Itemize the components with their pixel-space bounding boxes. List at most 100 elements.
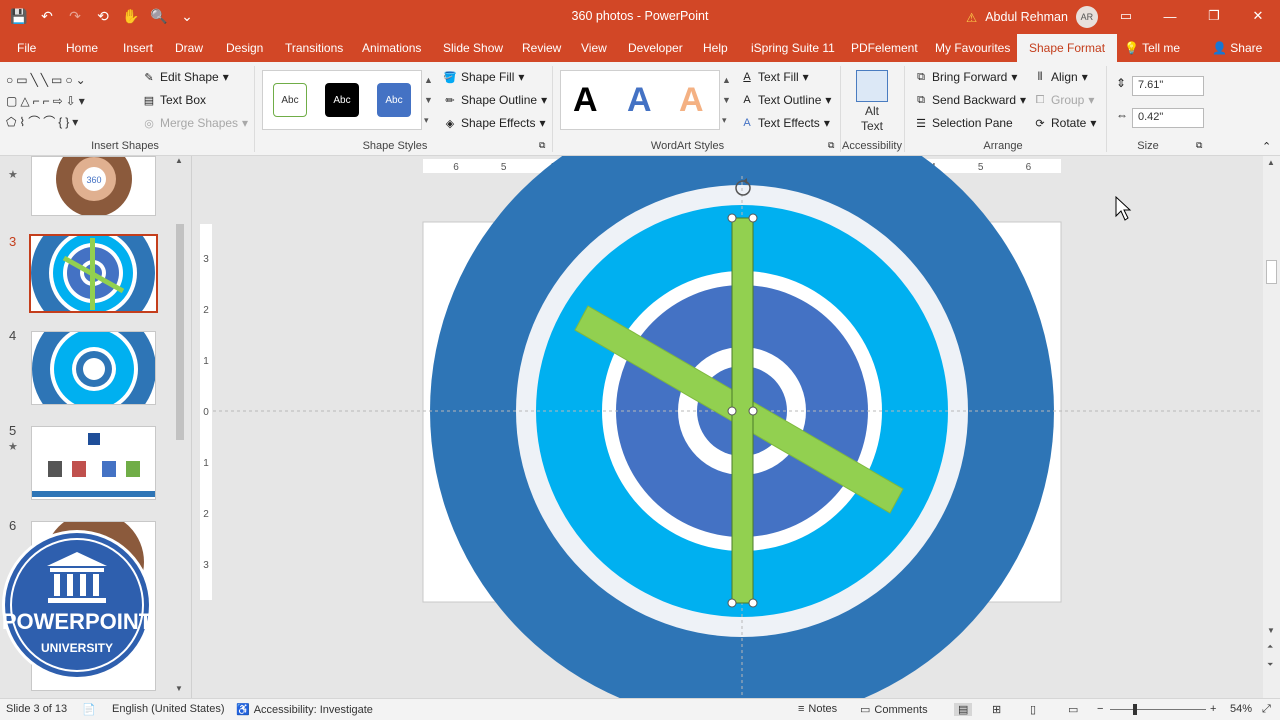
ribbon-display-options-icon[interactable]: ▭ bbox=[1104, 0, 1148, 32]
scroll-down-icon[interactable]: ▼ bbox=[1267, 626, 1275, 635]
shape-styles-gallery[interactable]: Abc Abc Abc bbox=[262, 70, 422, 130]
wordart-launcher-icon[interactable]: ⧉ bbox=[828, 140, 834, 151]
thumbnail-scrollbar[interactable]: ▲ ▼ bbox=[174, 156, 186, 698]
text-box-button[interactable]: ▤ Text Box bbox=[142, 93, 206, 107]
minimize-icon[interactable]: — bbox=[1148, 0, 1192, 32]
tab-animations[interactable]: Animations bbox=[362, 34, 421, 62]
zoom-in-icon[interactable]: + bbox=[1210, 703, 1216, 715]
selection-pane-label: Selection Pane bbox=[932, 116, 1013, 130]
zoom-slider-thumb[interactable] bbox=[1133, 704, 1137, 715]
shape-style-1[interactable]: Abc bbox=[273, 83, 307, 117]
tab-draw[interactable]: Draw bbox=[175, 34, 203, 62]
canvas-vertical-scrollbar[interactable]: ▲ ▼ ⏶ ⏷ bbox=[1263, 156, 1280, 698]
tab-my-favourites[interactable]: My Favourites bbox=[935, 34, 1010, 62]
spell-check-icon[interactable]: 📄 bbox=[82, 703, 96, 716]
tab-shape-format[interactable]: Shape Format bbox=[1017, 34, 1118, 62]
slide-sorter-icon[interactable]: ⊞ bbox=[992, 703, 1001, 716]
bring-forward-button[interactable]: ⧉ Bring Forward ▾ bbox=[914, 70, 1017, 84]
tab-ispring[interactable]: iSpring Suite 11 bbox=[751, 34, 835, 62]
notes-button[interactable]: ≡ Notes bbox=[798, 703, 837, 715]
shape-style-2[interactable]: Abc bbox=[325, 83, 359, 117]
slide-counter: Slide 3 of 13 bbox=[6, 703, 68, 715]
tab-developer[interactable]: Developer bbox=[628, 34, 683, 62]
accessibility-checker[interactable]: ♿ Accessibility: Investigate bbox=[236, 703, 373, 717]
shape-styles-launcher-icon[interactable]: ⧉ bbox=[539, 140, 545, 151]
ruler-tick-label: 3 bbox=[203, 560, 209, 571]
next-slide-icon[interactable]: ⏷ bbox=[1267, 660, 1273, 670]
tab-slide-show[interactable]: Slide Show bbox=[443, 34, 503, 62]
tab-file[interactable]: File bbox=[17, 34, 36, 62]
powerpoint-university-logo: POWERPOINT UNIVERSITY bbox=[2, 530, 153, 680]
slideshow-view-icon[interactable]: ▭ bbox=[1068, 703, 1078, 716]
reading-view-icon[interactable]: ▯ bbox=[1030, 703, 1036, 716]
thumbnail-scroll-thumb[interactable] bbox=[176, 224, 184, 440]
slide-thumbnail-3[interactable] bbox=[29, 234, 158, 313]
comments-button[interactable]: ▭ Comments bbox=[860, 703, 928, 717]
slide-2-preview: 360 bbox=[32, 157, 155, 215]
selection-pane-button[interactable]: ☰ Selection Pane bbox=[914, 116, 1013, 130]
tab-transitions[interactable]: Transitions bbox=[285, 34, 343, 62]
slide-editing-canvas[interactable]: 6543210123456 3210123 bbox=[193, 156, 1263, 698]
wordart-style-2[interactable]: A bbox=[627, 81, 652, 120]
text-effects-button[interactable]: A Text Effects ▾ bbox=[740, 116, 830, 130]
tab-pdfelement[interactable]: PDFelement bbox=[851, 34, 918, 62]
bring-forward-label: Bring Forward bbox=[932, 70, 1008, 84]
shape-outline-button[interactable]: ✏ Shape Outline ▾ bbox=[443, 93, 547, 107]
shape-height-input[interactable]: 7.61" bbox=[1132, 76, 1204, 96]
size-launcher-icon[interactable]: ⧉ bbox=[1196, 140, 1202, 151]
zoom-level[interactable]: 54% bbox=[1230, 703, 1252, 715]
shapes-gallery[interactable]: ○▭╲╲▭○⌄ ▢△⌐⌐⇨⇩▾ ⬠⌇⌒⌒{}▾ bbox=[6, 70, 134, 136]
group-label-insert-shapes: Insert Shapes bbox=[91, 140, 159, 152]
canvas-scroll-thumb[interactable] bbox=[1266, 260, 1277, 284]
wordart-gallery[interactable]: A A A bbox=[560, 70, 720, 130]
tab-review[interactable]: Review bbox=[522, 34, 561, 62]
tell-me[interactable]: 💡 Tell me bbox=[1124, 34, 1180, 62]
slide-thumbnail-4[interactable] bbox=[31, 331, 156, 405]
tab-insert[interactable]: Insert bbox=[123, 34, 153, 62]
wordart-style-3[interactable]: A bbox=[679, 81, 704, 120]
fit-to-window-icon[interactable]: ⤢ bbox=[1262, 703, 1271, 716]
selection-pane-icon: ☰ bbox=[916, 117, 926, 130]
shape-width-input[interactable]: 0.42" bbox=[1132, 108, 1204, 128]
previous-slide-icon[interactable]: ⏶ bbox=[1267, 642, 1273, 652]
collapse-ribbon-icon[interactable]: ⌃ bbox=[1262, 140, 1271, 153]
merge-shapes-label: Merge Shapes bbox=[160, 116, 239, 130]
maximize-icon[interactable]: ❐ bbox=[1192, 0, 1236, 32]
shape-style-3[interactable]: Abc bbox=[377, 83, 411, 117]
slide-thumbnail-2[interactable]: 360 bbox=[31, 156, 156, 216]
scroll-up-icon[interactable]: ▲ bbox=[1267, 158, 1275, 167]
shape-fill-button[interactable]: 🪣 Shape Fill ▾ bbox=[443, 70, 524, 84]
close-icon[interactable]: ✕ bbox=[1236, 0, 1280, 32]
tab-design[interactable]: Design bbox=[226, 34, 263, 62]
ribbon-divider bbox=[904, 66, 905, 152]
shape-effects-button[interactable]: ◈ Shape Effects ▾ bbox=[443, 116, 546, 130]
user-account[interactable]: ⚠ Abdul Rehman AR bbox=[966, 6, 1098, 28]
tab-view[interactable]: View bbox=[581, 34, 607, 62]
group-button[interactable]: ⧠ Group ▾ bbox=[1033, 93, 1095, 107]
slide-canvas-svg: 6543210123456 3210123 bbox=[200, 156, 1263, 698]
send-backward-button[interactable]: ⧉ Send Backward ▾ bbox=[914, 93, 1026, 107]
zoom-out-icon[interactable]: − bbox=[1097, 703, 1103, 715]
merge-shapes-button[interactable]: ◎ Merge Shapes ▾ bbox=[142, 116, 248, 130]
tab-home[interactable]: Home bbox=[66, 34, 98, 62]
zoom-slider[interactable] bbox=[1110, 709, 1206, 710]
share-button[interactable]: 👤 Share bbox=[1212, 34, 1262, 62]
wordart-scroll[interactable]: ▲ ▼ ▾ bbox=[722, 70, 731, 130]
language-indicator[interactable]: English (United States) bbox=[112, 703, 225, 715]
text-outline-button[interactable]: A Text Outline ▾ bbox=[740, 93, 831, 107]
group-label-shape-styles: Shape Styles bbox=[362, 140, 428, 152]
tab-help[interactable]: Help bbox=[703, 34, 728, 62]
wordart-style-1[interactable]: A bbox=[573, 81, 598, 120]
alt-text-button[interactable]: Alt Text bbox=[844, 104, 900, 134]
text-fill-button[interactable]: A Text Fill ▾ bbox=[740, 70, 808, 84]
scroll-up-icon[interactable]: ▲ bbox=[175, 156, 183, 165]
shape-styles-scroll[interactable]: ▲ ▼ ▾ bbox=[424, 70, 433, 130]
align-button[interactable]: ⫴ Align ▾ bbox=[1033, 70, 1088, 84]
normal-view-icon[interactable]: ▤ bbox=[954, 703, 973, 716]
shape-outline-label: Shape Outline bbox=[461, 93, 538, 107]
ruler-tick-label: 6 bbox=[453, 162, 459, 173]
slide-thumbnail-5[interactable] bbox=[31, 426, 156, 500]
scroll-down-icon[interactable]: ▼ bbox=[175, 684, 183, 693]
rotate-button[interactable]: ⟳ Rotate ▾ bbox=[1033, 116, 1096, 130]
edit-shape-button[interactable]: ✎ Edit Shape ▾ bbox=[142, 70, 228, 84]
